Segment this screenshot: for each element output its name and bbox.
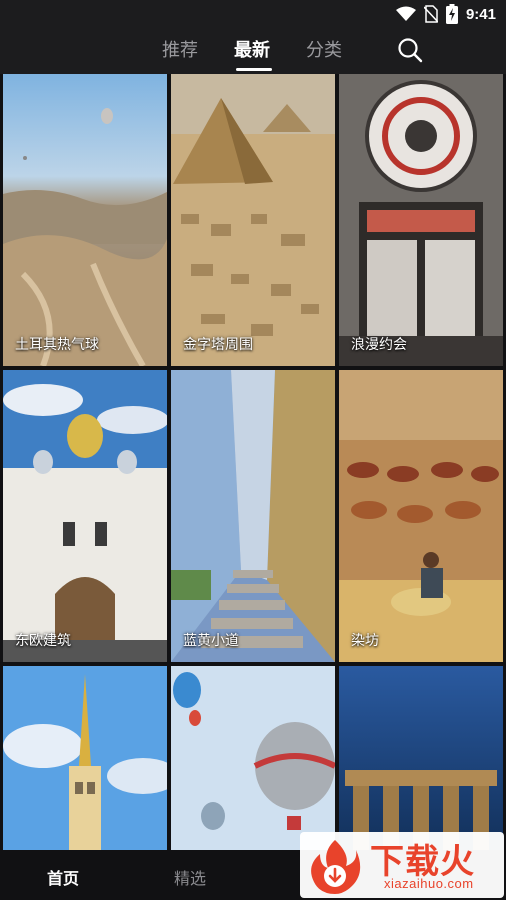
photo-image xyxy=(339,370,503,662)
photo-image xyxy=(171,666,335,850)
watermark-url: xiazaihuo.com xyxy=(384,876,474,891)
tab-recommended[interactable]: 推荐 xyxy=(162,36,198,62)
photo-image xyxy=(339,666,503,850)
photo-card-hot-air-balloons[interactable] xyxy=(171,666,335,850)
search-icon[interactable] xyxy=(396,36,424,64)
flame-logo-icon xyxy=(311,840,361,894)
photo-image xyxy=(171,74,335,366)
photo-image xyxy=(3,666,167,850)
photo-card-title: 染坊 xyxy=(351,633,379,649)
tab-categories[interactable]: 分类 xyxy=(306,36,342,62)
photo-card-title: 东欧建筑 xyxy=(15,633,71,649)
photo-card-romantic-date[interactable]: 浪漫约会 xyxy=(339,74,503,366)
status-icons: 9:41 xyxy=(395,3,496,25)
photo-card-dye-works[interactable]: 染坊 xyxy=(339,370,503,662)
top-tab-bar: 推荐 最新 分类 xyxy=(0,28,506,74)
photo-card-title: 土耳其热气球 xyxy=(15,337,99,353)
photo-card-turkey-balloons[interactable]: 土耳其热气球 xyxy=(3,74,167,366)
wifi-icon xyxy=(395,6,416,21)
active-tab-indicator xyxy=(236,68,272,71)
no-sim-icon xyxy=(423,5,438,23)
nav-featured[interactable]: 精选 xyxy=(174,865,206,889)
photo-card-title: 蓝黄小道 xyxy=(183,633,239,649)
photo-image xyxy=(3,370,167,662)
photo-image xyxy=(171,370,335,662)
tab-latest[interactable]: 最新 xyxy=(234,36,270,62)
battery-charging-icon xyxy=(445,4,458,24)
photo-card-title: 浪漫约会 xyxy=(351,337,407,353)
status-bar: 9:41 xyxy=(0,0,506,28)
nav-home[interactable]: 首页 xyxy=(47,865,79,889)
watermark-badge: 下载火 xiazaihuo.com xyxy=(300,832,504,898)
photo-card-title: 金字塔周围 xyxy=(183,337,253,353)
photo-image xyxy=(339,74,503,366)
photo-image xyxy=(3,74,167,366)
photo-card-ancient-ruins[interactable] xyxy=(339,666,503,850)
photo-card-blue-yellow-alley[interactable]: 蓝黄小道 xyxy=(171,370,335,662)
photo-grid: 土耳其热气球 金字塔周围 浪漫约会 东欧建筑 蓝黄小道 染坊 xyxy=(0,74,506,850)
status-time: 9:41 xyxy=(465,5,496,23)
photo-card-cathedral-spire[interactable] xyxy=(3,666,167,850)
photo-card-pyramids[interactable]: 金字塔周围 xyxy=(171,74,335,366)
photo-card-east-european-architecture[interactable]: 东欧建筑 xyxy=(3,370,167,662)
